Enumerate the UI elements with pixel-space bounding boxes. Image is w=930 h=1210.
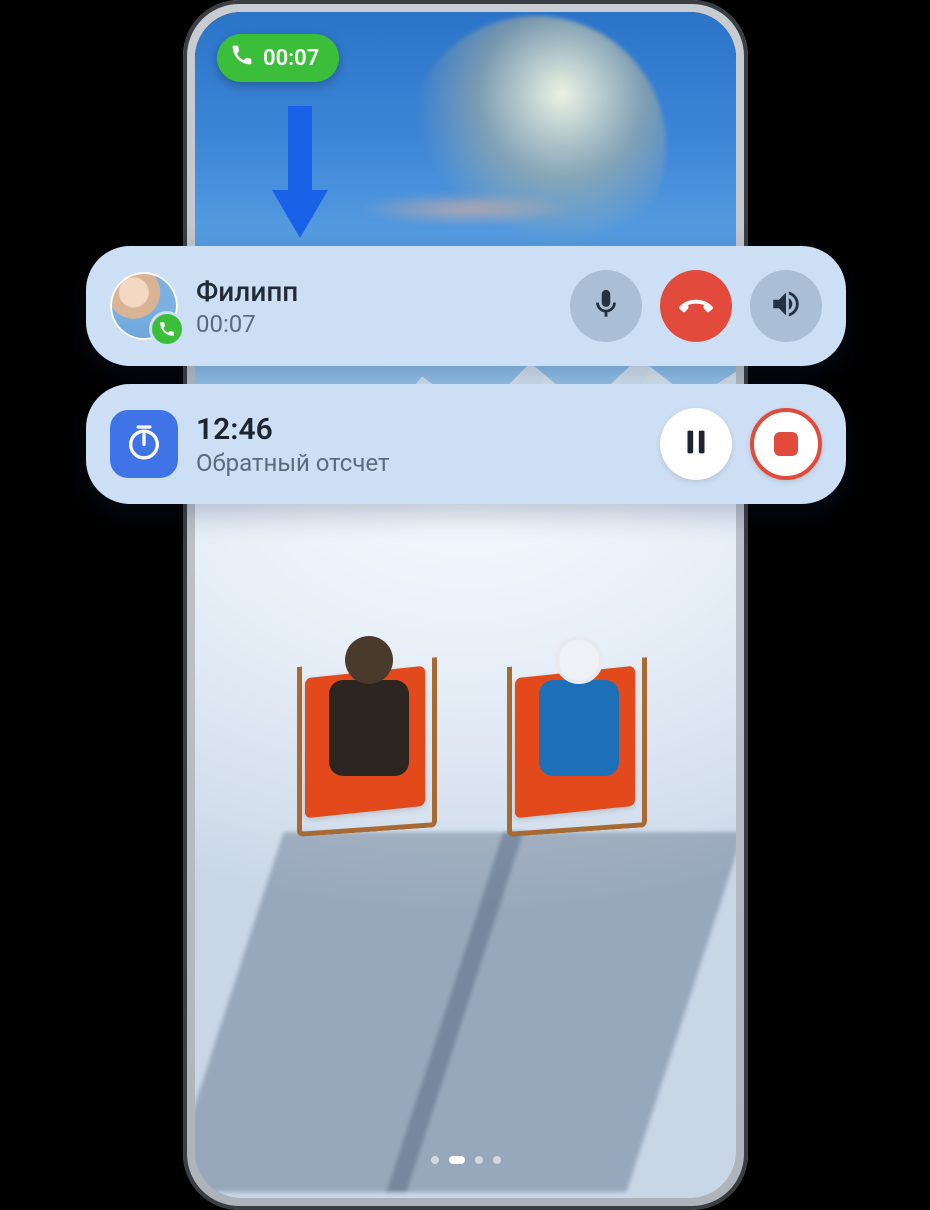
timer-app-icon <box>110 410 178 478</box>
phone-icon <box>231 44 253 72</box>
call-pill-duration: 00:07 <box>263 46 319 71</box>
person-chair-left <box>285 652 455 842</box>
wallpaper <box>195 12 736 1198</box>
timer-time: 12:46 <box>196 412 642 447</box>
mute-button[interactable] <box>570 270 642 342</box>
caller-name: Филипп <box>196 275 552 308</box>
stop-button[interactable] <box>750 408 822 480</box>
active-call-pill[interactable]: 00:07 <box>217 34 339 82</box>
timer-notification[interactable]: 12:46 Обратный отсчет <box>86 384 846 504</box>
timer-icon <box>124 422 164 466</box>
phone-frame: 00:07 <box>183 0 748 1210</box>
phone-down-icon <box>679 287 713 325</box>
pause-icon <box>679 425 713 463</box>
call-duration: 00:07 <box>196 310 552 338</box>
call-notification[interactable]: Филипп 00:07 <box>86 246 846 366</box>
lens-flare <box>356 192 576 226</box>
page-indicator[interactable] <box>431 1156 501 1164</box>
sun-flare <box>406 16 666 276</box>
pause-button[interactable] <box>660 408 732 480</box>
stop-icon <box>774 432 798 456</box>
hang-up-button[interactable] <box>660 270 732 342</box>
timer-info: 12:46 Обратный отсчет <box>196 412 642 477</box>
caller-avatar[interactable] <box>110 272 178 340</box>
person-chair-right <box>495 652 665 842</box>
timer-label: Обратный отсчет <box>196 449 642 477</box>
mic-icon <box>589 287 623 325</box>
phone-screen: 00:07 <box>195 12 736 1198</box>
speaker-button[interactable] <box>750 270 822 342</box>
phone-badge-icon <box>152 314 182 344</box>
call-info: Филипп 00:07 <box>196 275 552 338</box>
speaker-icon <box>769 287 803 325</box>
